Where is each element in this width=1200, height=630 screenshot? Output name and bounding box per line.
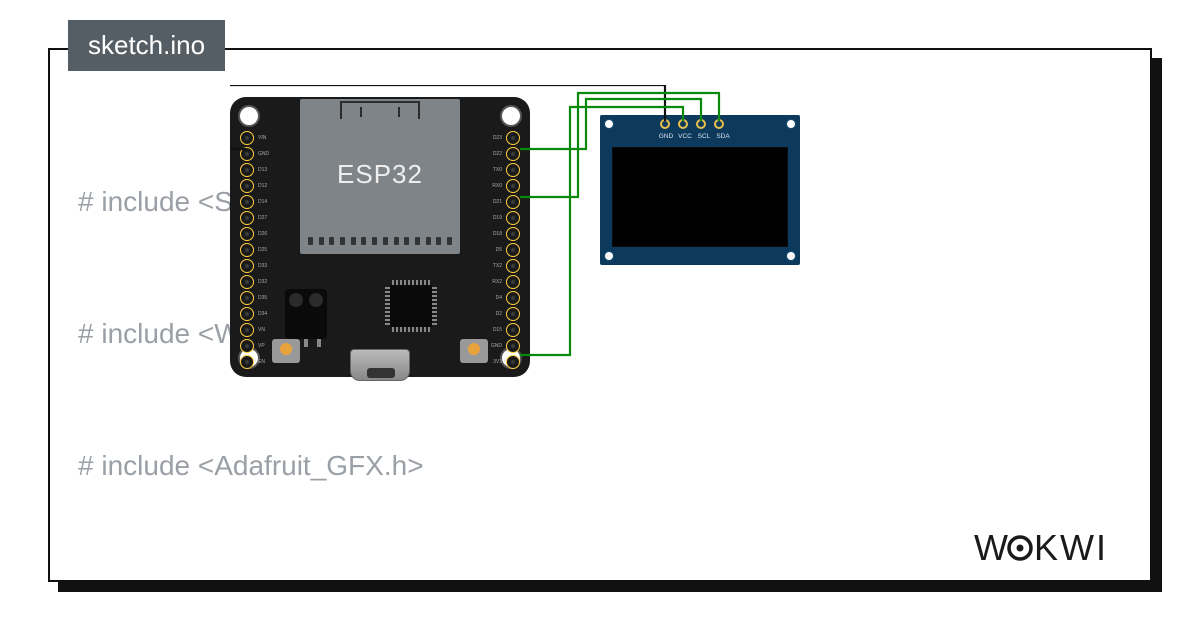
esp32-board[interactable]: ESP32 VINGNDD13D12D14D27D26D25D33D32D35D… <box>230 97 530 377</box>
pin-labels-right: D23D22TX0RX0D21D19D18D5TX2RX2D4D2D15GND3… <box>491 131 502 369</box>
svg-text:KWI: KWI <box>1034 527 1108 568</box>
enable-button[interactable] <box>460 339 488 363</box>
castellation-icon <box>308 237 452 245</box>
svg-text:W: W <box>974 527 1010 568</box>
mounting-hole <box>500 105 522 127</box>
file-tab[interactable]: sketch.ino <box>68 20 225 71</box>
voltage-regulator-icon <box>285 289 327 339</box>
esp32-module: ESP32 <box>300 99 460 254</box>
antenna-icon <box>340 101 420 119</box>
mounting-hole <box>786 251 796 261</box>
boot-button[interactable] <box>272 339 300 363</box>
usb-port-icon <box>350 349 410 381</box>
pin-header-right[interactable] <box>506 131 520 369</box>
oled-display[interactable]: GNDVCCSCLSDA <box>600 115 800 265</box>
mounting-hole <box>238 105 260 127</box>
pin-labels-left: VINGNDD13D12D14D27D26D25D33D32D35D34VNVP… <box>258 131 269 369</box>
mounting-hole <box>604 251 614 261</box>
chip-label: ESP32 <box>300 159 460 190</box>
pin-header-left[interactable] <box>240 131 254 369</box>
wokwi-logo: W KWI <box>974 526 1144 580</box>
circuit-diagram[interactable]: ESP32 VINGNDD13D12D14D27D26D25D33D32D35D… <box>230 85 810 395</box>
code-line: # include <Adafruit_GFX.h> <box>78 444 1118 488</box>
oled-screen <box>612 147 788 247</box>
oled-pin-header[interactable] <box>660 119 724 129</box>
qfn-chip-icon <box>390 285 432 327</box>
mounting-hole <box>604 119 614 129</box>
mounting-hole <box>786 119 796 129</box>
oled-pin-labels: GNDVCCSCLSDA <box>658 133 731 140</box>
